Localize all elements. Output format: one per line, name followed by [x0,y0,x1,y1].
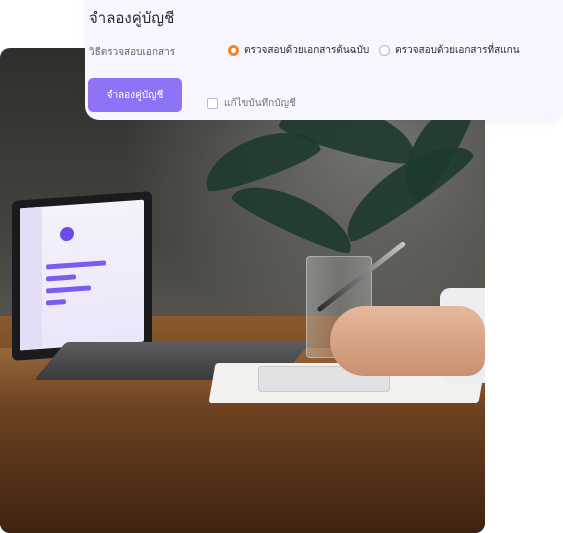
radio-label: ตรวจสอบด้วยเอกสารที่สแกน [395,45,520,56]
radio-label: ตรวจสอบด้วยเอกสารต้นฉบับ [244,45,370,56]
laptop-screen [12,191,152,361]
simulate-account-card: จำลองคู่บัญชี วิธีตรวจสอบเอกสาร ตรวจสอบด… [85,0,563,120]
radio-unchecked-icon[interactable] [379,45,391,56]
verification-method-label: วิธีตรวจสอบเอกสาร [89,47,176,58]
simulate-account-button[interactable]: จำลองคู่บัญชี [88,78,182,112]
checkbox-label: แก้ไขบันทึกบัญชี [224,98,296,109]
laptop-display [20,199,144,351]
radio-checked-icon[interactable] [228,45,239,56]
laptop-sidebar [20,206,42,351]
laptop-chart-bar [46,299,66,306]
laptop-chart-bar [46,285,91,294]
card-title: จำลองคู่บัญชี [89,9,175,27]
hand [330,306,485,376]
hero-photo [0,48,485,533]
checkbox-icon[interactable] [207,98,218,109]
radio-original-document[interactable]: ตรวจสอบด้วยเอกสารต้นฉบับ [228,43,369,58]
laptop-chart-dot [60,226,74,242]
edit-journal-checkbox[interactable]: แก้ไขบันทึกบัญชี [207,96,296,111]
verification-method-radio-group: ตรวจสอบด้วยเอกสารต้นฉบับ ตรวจสอบด้วยเอกส… [228,43,530,58]
laptop-chart-bar [46,260,106,270]
laptop-chart-bar [46,274,76,282]
radio-scanned-document[interactable]: ตรวจสอบด้วยเอกสารที่สแกน [379,43,520,58]
